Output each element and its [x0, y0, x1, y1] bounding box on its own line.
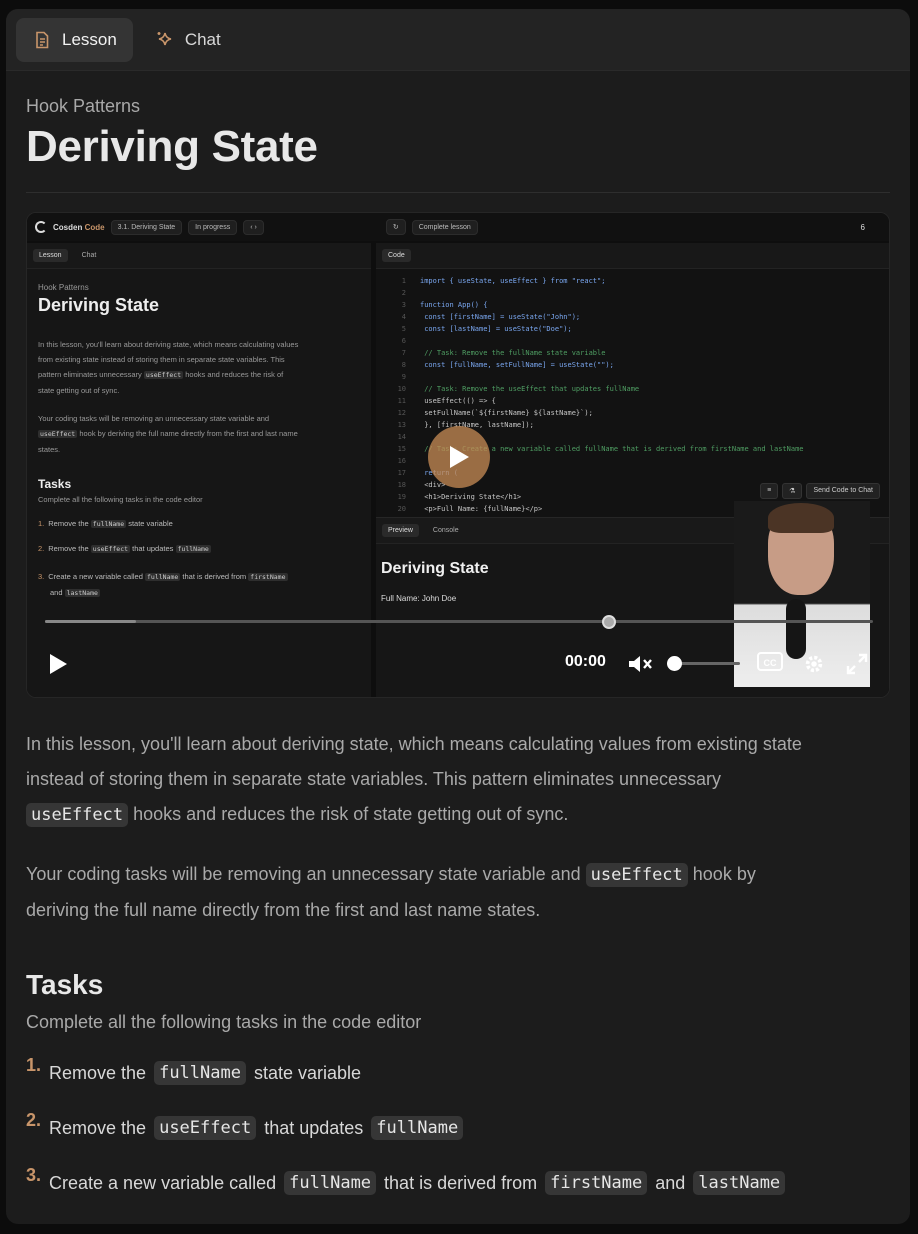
video-buffered	[45, 620, 137, 623]
tab-lesson-label: Lesson	[62, 29, 117, 49]
video-lesson-category: Hook Patterns	[38, 283, 89, 292]
lesson-paragraph-1: In this lesson, you'll learn about deriv…	[26, 734, 802, 827]
code-line: 3 function App() {	[401, 301, 488, 309]
video-tab-chat: Chat	[81, 252, 97, 259]
settings-button[interactable]	[803, 653, 825, 675]
video-time: 00:00	[565, 653, 606, 670]
code-line: 7 // Task: Remove the fullName state var…	[401, 349, 606, 357]
code-line: 5 const [lastName] = useState("Doe");	[401, 325, 572, 333]
task-item-1: 1. Remove the fullName state variable	[26, 1055, 362, 1085]
video-lesson-chip: 3.1. Deriving State	[110, 219, 183, 235]
video-reset-icon: ↻	[385, 219, 406, 235]
tasks-heading: Tasks	[26, 969, 104, 1000]
divider	[26, 192, 890, 193]
video-progress-bar[interactable]	[45, 620, 873, 623]
play-icon	[450, 446, 469, 468]
video-tab-preview: Preview	[382, 524, 419, 537]
video-task-1: 1. Remove the fullName state variable	[38, 519, 173, 528]
volume-knob[interactable]	[667, 656, 682, 671]
code-line: 6	[401, 337, 406, 345]
video-player[interactable]: Cosden Code 3.1. Deriving State In progr…	[26, 212, 890, 698]
video-tab-console: Console	[432, 527, 459, 534]
task-item-3: 3. Create a new variable called fullName…	[26, 1165, 786, 1195]
code-line: 12 setFullName(`${firstName} ${lastName}…	[397, 409, 593, 417]
video-tab-code: Code	[382, 249, 411, 262]
video-tasks-title: Tasks	[38, 477, 72, 491]
logo-icon	[35, 221, 47, 233]
video-format-icon: ≡	[760, 483, 779, 499]
mute-button[interactable]	[626, 652, 654, 676]
lesson-panel: Lesson Chat Hook Patterns Deriving State…	[6, 9, 910, 1224]
video-lesson-title: Deriving State	[38, 295, 160, 315]
video-send-label: Send Code to Chat	[806, 483, 880, 499]
video-lesson-para-1: In this lesson, you'll learn about deriv…	[38, 340, 299, 395]
code-line: 2	[401, 289, 406, 297]
video-preview-title: Deriving State	[381, 560, 489, 577]
lesson-paragraph-2: Your coding tasks will be removing an un…	[26, 863, 756, 920]
code-line: 9	[401, 373, 406, 381]
video-flask-icon: ⚗	[782, 483, 803, 499]
video-complete-chip: Complete lesson	[411, 219, 478, 235]
tab-chat-label: Chat	[184, 29, 221, 49]
tab-lesson[interactable]: Lesson	[16, 17, 133, 62]
task-item-2: 2. Remove the useEffect that updates ful…	[26, 1110, 464, 1140]
tab-bar: Lesson Chat	[6, 9, 910, 71]
video-send-toolbar: ≡ ⚗ Send Code to Chat	[760, 483, 880, 499]
video-status-chip: In progress	[188, 219, 238, 235]
captions-icon: CC	[757, 652, 783, 671]
play-overlay-button[interactable]	[428, 426, 490, 488]
captions-button[interactable]: CC	[757, 651, 783, 673]
tasks-subtitle: Complete all the following tasks in the …	[26, 1012, 422, 1032]
video-lesson-pane: Lesson Chat Hook Patterns Deriving State…	[27, 243, 371, 697]
code-line: 8 const [fullName, setFullName] = useSta…	[401, 361, 614, 369]
gear-icon	[805, 655, 823, 673]
lesson-category: Hook Patterns	[26, 96, 141, 116]
video-streak: 6	[860, 222, 865, 232]
tab-chat[interactable]: Chat	[139, 18, 237, 62]
code-line: 1 import { useState, useEffect } from "re…	[401, 277, 606, 285]
inline-code: useEffect	[26, 803, 129, 827]
svg-text:CC: CC	[764, 658, 777, 668]
video-tab-lesson: Lesson	[33, 249, 68, 262]
page-title: Deriving State	[26, 122, 318, 171]
sparkles-icon	[157, 31, 171, 45]
code-line: 11 useEffect(() => {	[397, 397, 496, 405]
video-task-2: 2. Remove the useEffect that updates full…	[38, 544, 211, 553]
code-line: 4 const [firstName] = useState("John");	[401, 313, 581, 321]
video-app-topbar: Cosden Code 3.1. Deriving State In progr…	[27, 213, 889, 241]
play-button[interactable]	[45, 651, 71, 677]
video-preview-text: Full Name: John Doe	[381, 594, 457, 603]
code-line: 10 // Task: Remove the useEffect that up…	[397, 385, 640, 393]
video-tasks-subtitle: Complete all the following tasks in the …	[38, 495, 203, 504]
video-prev-next: ‹ ›	[243, 219, 264, 235]
fullscreen-button[interactable]	[846, 653, 868, 675]
document-icon	[36, 31, 49, 48]
video-scrubber[interactable]	[602, 615, 616, 629]
fullscreen-icon	[846, 653, 868, 675]
video-lesson-para-2: Your coding tasks will be removing an un…	[38, 414, 298, 454]
video-task-3: 3. Create a new variable called fullName …	[38, 572, 288, 597]
muted-volume-icon	[629, 656, 652, 672]
video-brand: Cosden Code	[53, 222, 105, 232]
inline-code: useEffect	[585, 863, 688, 887]
play-icon	[50, 654, 67, 674]
